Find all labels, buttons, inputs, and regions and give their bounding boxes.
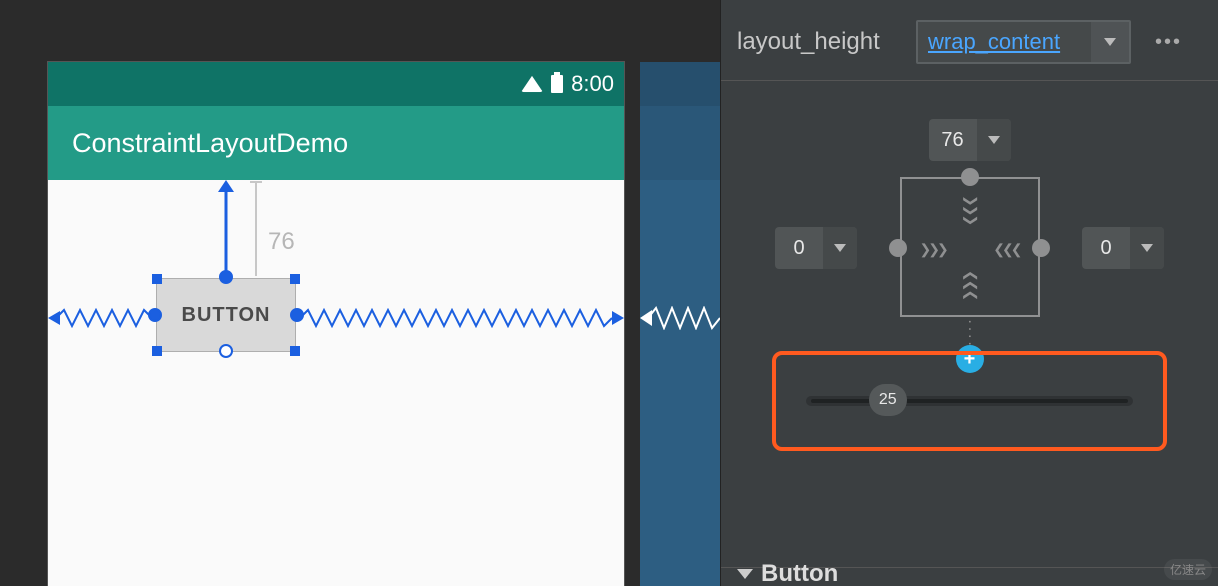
blueprint-status (640, 62, 720, 106)
blueprint-spring (640, 306, 720, 330)
app-bar: ConstraintLayoutDemo (48, 106, 624, 180)
button-text: BUTTON (182, 304, 271, 327)
more-options-icon[interactable]: ••• (1155, 31, 1182, 54)
resize-handle-tr[interactable] (290, 274, 300, 284)
right-margin-input[interactable]: 0 (1082, 227, 1164, 269)
bias-value: 25 (879, 391, 897, 409)
left-margin-value: 0 (775, 237, 823, 260)
right-constraint-handle[interactable] (1032, 239, 1050, 257)
layout-height-value: wrap_content (918, 29, 1091, 55)
app-title: ConstraintLayoutDemo (72, 128, 348, 159)
battery-icon (551, 75, 563, 93)
top-margin-input[interactable]: 76 (929, 119, 1011, 161)
bias-thumb[interactable]: 25 (869, 384, 907, 416)
resize-handle-bl[interactable] (152, 346, 162, 356)
device-status-bar: 8:00 (48, 62, 624, 106)
constraint-anchor-right[interactable] (290, 308, 304, 322)
wifi-icon (521, 76, 543, 92)
chevron-down-icon (1130, 227, 1164, 269)
resize-handle-tl[interactable] (152, 274, 162, 284)
top-margin-value: 76 (929, 129, 977, 152)
section-header-button[interactable]: Button (737, 560, 838, 586)
blueprint-appbar (640, 106, 720, 180)
blueprint-view[interactable] (640, 62, 720, 586)
attributes-panel: layout_height wrap_content ••• 76 0 0 (720, 0, 1218, 586)
chevron-down-icon (977, 119, 1011, 161)
selected-button-widget[interactable]: BUTTON (156, 278, 296, 352)
constraint-anchor-top[interactable] (219, 270, 233, 284)
top-constraint-handle[interactable] (961, 168, 979, 186)
spring-indicator-top: ❯❯❯ (964, 195, 980, 224)
design-canvas[interactable]: 76 BUTTON (48, 180, 624, 586)
section-title: Button (761, 560, 838, 586)
right-margin-value: 0 (1082, 237, 1130, 260)
left-constraint-handle[interactable] (889, 239, 907, 257)
horizontal-bias-slider[interactable]: 25 (772, 351, 1167, 451)
separator (721, 80, 1218, 81)
top-margin-guide (250, 180, 270, 278)
chevron-down-icon (1091, 22, 1129, 62)
attr-label: layout_height (737, 28, 902, 56)
layout-height-dropdown[interactable]: wrap_content (916, 20, 1131, 64)
watermark: 亿速云 (1164, 559, 1212, 580)
right-spring-constraint (296, 308, 624, 328)
constraint-anchor-bottom[interactable] (219, 344, 233, 358)
constraint-editor[interactable]: 76 0 0 ❯❯❯ ❮❮❮ ❯❯❯ ❮❮❮ (737, 97, 1202, 437)
spring-indicator-left: ❯❯❯ (920, 241, 946, 258)
spring-indicator-right: ❮❮❮ (993, 241, 1019, 258)
chevron-down-icon (823, 227, 857, 269)
top-margin-label: 76 (268, 228, 295, 256)
resize-handle-br[interactable] (290, 346, 300, 356)
left-margin-input[interactable]: 0 (775, 227, 857, 269)
spring-indicator-bottom: ❮❮❮ (964, 270, 980, 299)
design-preview[interactable]: 8:00 ConstraintLayoutDemo 76 (48, 62, 624, 586)
status-time: 8:00 (571, 71, 614, 97)
attr-row-layout-height: layout_height wrap_content ••• (721, 12, 1218, 72)
bias-track: 25 (806, 396, 1133, 406)
constraint-anchor-left[interactable] (148, 308, 162, 322)
left-spring-constraint (48, 308, 156, 328)
constraint-box: ❯❯❯ ❮❮❮ ❯❯❯ ❮❮❮ (900, 177, 1040, 317)
expand-triangle-icon (737, 569, 753, 579)
bottom-unset-indicator: ···· (961, 319, 979, 348)
top-constraint-arrow (221, 180, 241, 280)
